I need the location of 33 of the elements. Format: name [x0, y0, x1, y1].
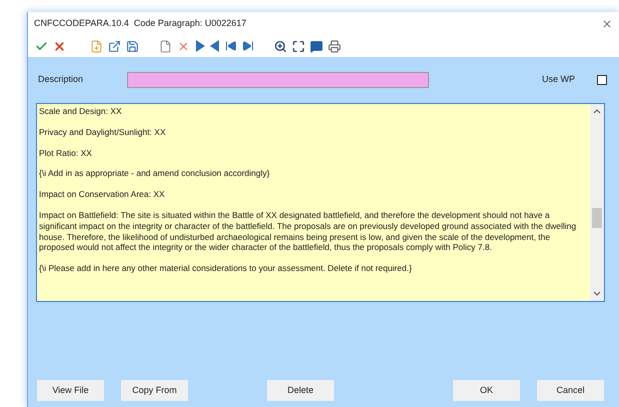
dialog-button[interactable]: OK: [453, 380, 520, 401]
window-title: CNFCCODEPARA.10.4 Code Paragraph: U0022617: [34, 16, 246, 30]
paragraph-text: Scale and Design: XX: [39, 106, 123, 117]
use-wp-label: Use WP: [542, 73, 575, 86]
use-wp-checkbox[interactable]: [597, 75, 607, 85]
first-icon[interactable]: [225, 40, 237, 52]
dialog-button[interactable]: Cancel: [537, 380, 604, 401]
check-icon[interactable]: [35, 40, 48, 52]
last-icon[interactable]: [242, 40, 254, 52]
paragraph-text: Privacy and Daylight/Sunlight: XX: [39, 126, 167, 138]
scrollbar[interactable]: [590, 104, 604, 301]
dialog-button[interactable]: View File: [37, 380, 104, 401]
cancel-icon[interactable]: [53, 40, 66, 52]
previous-icon[interactable]: [210, 40, 220, 52]
scroll-thumb[interactable]: [592, 208, 602, 228]
text-area[interactable]: [36, 103, 605, 302]
paragraph-text: Plot Ratio: XX: [39, 148, 93, 158]
paragraph-text: Impact on Battlefield: The site is situated within the Battle of XX designated battlefield, and therefore the development should not have a significant impact on the integrity or character of the battlefield. The proposals are on previously developed ground associated with the dwelling house. Therefore, the likelihood of undisturbed archaeological remains being present is low, and given the scale of the development, the proposed would not affect the integrity or the wider character of the battlefield, thus the proposals comply with Policy 7.8.: [39, 210, 578, 254]
print-icon[interactable]: [328, 40, 341, 52]
save-icon[interactable]: [126, 40, 139, 52]
open-window-icon[interactable]: [108, 40, 121, 52]
document-icon[interactable]: [159, 40, 172, 52]
description-label: Description: [37, 73, 84, 86]
dialog-button[interactable]: Delete: [267, 380, 334, 401]
description-field[interactable]: [127, 72, 429, 88]
paragraph-text: {\i Please add in here any other material considerations to your assessment. Delete if not required.}: [39, 263, 413, 274]
fit-icon[interactable]: [292, 40, 305, 52]
paragraph-text: Impact on Conservation Area: XX: [39, 189, 166, 200]
paragraph-text: {\i Add in as appropriate - and amend conclusion accordingly}: [39, 168, 271, 180]
dialog-button[interactable]: Copy From: [121, 380, 188, 401]
zoom-icon[interactable]: [274, 40, 287, 52]
comment-icon[interactable]: [310, 40, 323, 52]
next-icon[interactable]: [195, 40, 205, 52]
